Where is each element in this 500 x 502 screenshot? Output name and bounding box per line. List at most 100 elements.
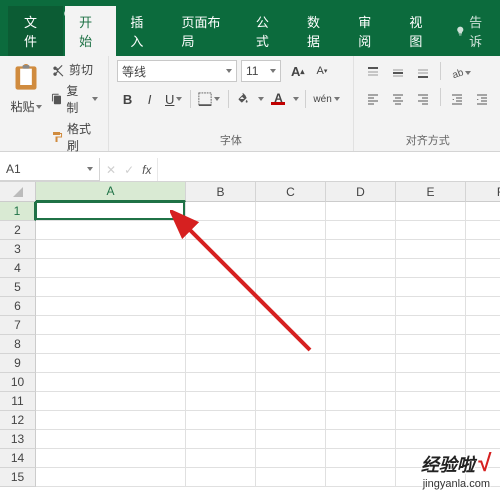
cell[interactable] (466, 278, 500, 297)
cell[interactable] (186, 430, 256, 449)
cell[interactable] (186, 373, 256, 392)
cell[interactable] (36, 392, 186, 411)
cell[interactable] (466, 221, 500, 240)
cell[interactable] (326, 278, 396, 297)
cell[interactable] (466, 411, 500, 430)
cell[interactable] (186, 240, 256, 259)
row-header[interactable]: 9 (0, 354, 36, 373)
tab-view[interactable]: 视图 (395, 6, 446, 56)
tell-me-search[interactable]: 告诉 (447, 6, 500, 56)
align-top-button[interactable] (362, 62, 385, 84)
fill-handle[interactable] (182, 217, 188, 223)
orientation-button[interactable]: ab (446, 62, 476, 84)
cell[interactable] (256, 259, 326, 278)
row-header[interactable]: 7 (0, 316, 36, 335)
cell[interactable] (186, 316, 256, 335)
cut-button[interactable]: 剪切 (49, 60, 100, 79)
format-painter-button[interactable]: 格式刷 (49, 119, 100, 155)
cell[interactable] (256, 392, 326, 411)
cell[interactable] (256, 240, 326, 259)
tab-data[interactable]: 数据 (293, 6, 344, 56)
font-color-dropdown-icon[interactable] (293, 97, 299, 101)
bold-button[interactable]: B (117, 88, 139, 110)
tab-formulas[interactable]: 公式 (242, 6, 293, 56)
cell[interactable] (36, 202, 186, 221)
cell[interactable] (186, 221, 256, 240)
cell[interactable] (326, 354, 396, 373)
cell[interactable] (36, 297, 186, 316)
cell[interactable] (256, 411, 326, 430)
cell[interactable] (326, 468, 396, 487)
name-box[interactable]: A1 (0, 158, 100, 181)
cell[interactable] (326, 430, 396, 449)
cell[interactable] (396, 221, 466, 240)
cell[interactable] (186, 354, 256, 373)
cell[interactable] (36, 278, 186, 297)
cell[interactable] (326, 297, 396, 316)
cell[interactable] (186, 449, 256, 468)
cell[interactable] (36, 316, 186, 335)
row-header[interactable]: 12 (0, 411, 36, 430)
align-bottom-button[interactable] (412, 62, 435, 84)
cell[interactable] (326, 373, 396, 392)
column-header[interactable]: C (256, 182, 326, 202)
row-header[interactable]: 10 (0, 373, 36, 392)
font-name-select[interactable]: 等线 (117, 60, 237, 82)
cell[interactable] (396, 316, 466, 335)
align-left-button[interactable] (362, 88, 385, 110)
row-header[interactable]: 8 (0, 335, 36, 354)
cell[interactable] (396, 278, 466, 297)
decrease-indent-button[interactable] (446, 88, 469, 110)
cell[interactable] (466, 202, 500, 221)
row-header[interactable]: 5 (0, 278, 36, 297)
cell[interactable] (36, 335, 186, 354)
cell[interactable] (396, 240, 466, 259)
align-right-button[interactable] (412, 88, 435, 110)
cell[interactable] (186, 259, 256, 278)
cell[interactable] (36, 259, 186, 278)
cell[interactable] (256, 449, 326, 468)
cell[interactable] (326, 240, 396, 259)
column-header[interactable]: E (396, 182, 466, 202)
cell[interactable] (186, 202, 256, 221)
row-header[interactable]: 11 (0, 392, 36, 411)
cell[interactable] (36, 411, 186, 430)
cell[interactable] (466, 316, 500, 335)
row-header[interactable]: 15 (0, 468, 36, 487)
cell[interactable] (36, 240, 186, 259)
cell[interactable] (186, 278, 256, 297)
cell[interactable] (36, 430, 186, 449)
cell[interactable] (186, 392, 256, 411)
cell[interactable] (466, 297, 500, 316)
column-header[interactable]: B (186, 182, 256, 202)
column-header[interactable]: F (466, 182, 500, 202)
cell[interactable] (396, 202, 466, 221)
row-header[interactable]: 1 (0, 202, 36, 221)
tab-page-layout[interactable]: 页面布局 (168, 6, 242, 56)
italic-button[interactable]: I (139, 88, 161, 110)
cell[interactable] (256, 278, 326, 297)
cell[interactable] (396, 297, 466, 316)
cell[interactable] (326, 411, 396, 430)
cell[interactable] (466, 373, 500, 392)
cell[interactable] (256, 373, 326, 392)
cell[interactable] (256, 354, 326, 373)
cell[interactable] (36, 468, 186, 487)
cell[interactable] (466, 335, 500, 354)
cell[interactable] (396, 259, 466, 278)
cell[interactable] (256, 468, 326, 487)
cell[interactable] (36, 373, 186, 392)
formula-input[interactable] (158, 158, 500, 181)
select-all-corner[interactable] (0, 182, 36, 202)
tab-file[interactable]: 文件 (8, 6, 63, 56)
underline-button[interactable]: U (161, 88, 187, 110)
tab-insert[interactable]: 插入 (116, 6, 167, 56)
cell[interactable] (256, 202, 326, 221)
cell[interactable] (36, 221, 186, 240)
cell[interactable] (326, 392, 396, 411)
cell[interactable] (186, 411, 256, 430)
cell[interactable] (326, 221, 396, 240)
cell[interactable] (186, 297, 256, 316)
cell[interactable] (466, 259, 500, 278)
cell[interactable] (466, 392, 500, 411)
